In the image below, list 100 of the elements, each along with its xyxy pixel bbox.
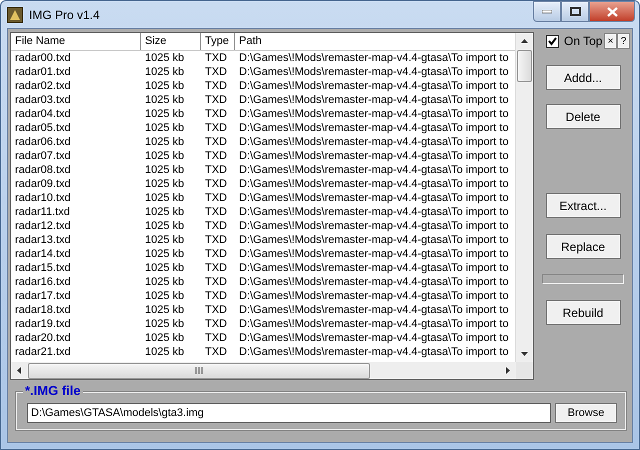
table-cell-text: TXD [204, 331, 228, 345]
table-cell-text: D:\Games\!Mods\remaster-map-v4.4-gtasa\To import to [238, 93, 510, 107]
table-cell-text: 1025 kb [144, 163, 186, 177]
table-cell-text: 1025 kb [144, 345, 186, 359]
table-cell-text: D:\Games\!Mods\remaster-map-v4.4-gtasa\To import to [238, 177, 510, 191]
table-cell-text: TXD [204, 135, 228, 149]
small-button[interactable]: × [604, 33, 617, 49]
table-cell-text: D:\Games\!Mods\remaster-map-v4.4-gtasa\To import to [238, 331, 510, 345]
table-cell-text: D:\Games\!Mods\remaster-map-v4.4-gtasa\To import to [238, 79, 510, 93]
table-cell-text: 1025 kb [144, 65, 186, 79]
table-cell-text: 1025 kb [144, 289, 186, 303]
table-cell-text: 1025 kb [144, 331, 186, 345]
maximize-button[interactable] [561, 1, 589, 22]
table-cell-text: TXD [204, 79, 228, 93]
table-cell-text: D:\Games\!Mods\remaster-map-v4.4-gtasa\To import to [238, 121, 510, 135]
check-icon [547, 36, 558, 46]
table-cell-text: TXD [204, 345, 228, 359]
table-cell-text: TXD [204, 177, 228, 191]
table-cell-text: TXD [204, 275, 228, 289]
table-cell-text: TXD [204, 121, 228, 135]
on-top-checkbox[interactable]: On Top [546, 34, 602, 48]
action-button[interactable]: Addd... [546, 65, 620, 90]
table-cell-text: radar19.txd [14, 317, 72, 331]
table-cell-text: D:\Games\!Mods\remaster-map-v4.4-gtasa\To import to [238, 219, 510, 233]
table-cell-text: D:\Games\!Mods\remaster-map-v4.4-gtasa\To import to [238, 275, 510, 289]
vertical-scrollbar[interactable] [515, 33, 533, 362]
table-cell-text: radar03.txd [14, 93, 72, 107]
table-cell-text: TXD [204, 65, 228, 79]
table-cell-text: radar18.txd [14, 303, 72, 317]
table-cell-text: 1025 kb [144, 107, 186, 121]
table-cell-text: 1025 kb [144, 121, 186, 135]
table-cell-text: radar09.txd [14, 177, 72, 191]
table-cell-text: radar01.txd [14, 65, 72, 79]
table-cell-text: D:\Games\!Mods\remaster-map-v4.4-gtasa\To import to [238, 261, 510, 275]
maximize-icon [570, 7, 580, 16]
minimize-button[interactable] [533, 1, 561, 22]
table-cell-text: radar21.txd [14, 345, 72, 359]
table-cell-text: TXD [204, 219, 228, 233]
img-path-field[interactable]: D:\Games\GTASA\models\gta3.img [27, 403, 551, 423]
table-cell-text: 1025 kb [144, 275, 186, 289]
table-cell-text: 1025 kb [144, 79, 186, 93]
table-cell-text: radar16.txd [14, 275, 72, 289]
table-cell-text: D:\Games\!Mods\remaster-map-v4.4-gtasa\To import to [238, 247, 510, 261]
table-cell-text: D:\Games\!Mods\remaster-map-v4.4-gtasa\To import to [238, 191, 510, 205]
table-cell-text: 1025 kb [144, 247, 186, 261]
table-cell-text: D:\Games\!Mods\remaster-map-v4.4-gtasa\To import to [238, 233, 510, 247]
table-cell-text: radar04.txd [14, 107, 72, 121]
table-cell-text: radar02.txd [14, 79, 72, 93]
table-cell-text: 1025 kb [144, 205, 186, 219]
browse-button[interactable]: Browse [555, 403, 617, 423]
table-cell-text: D:\Games\!Mods\remaster-map-v4.4-gtasa\To import to [238, 205, 510, 219]
table-cell-text: radar14.txd [14, 247, 72, 261]
table-cell-text: TXD [204, 163, 228, 177]
table-cell-text: radar08.txd [14, 163, 72, 177]
table-cell-text: radar20.txd [14, 331, 72, 345]
table-cell-text: 1025 kb [144, 135, 186, 149]
table-cell-text: TXD [204, 149, 228, 163]
table-cell-text: radar00.txd [14, 51, 72, 65]
table-cell-text: 1025 kb [144, 303, 186, 317]
scrollbar-thumb[interactable] [517, 50, 532, 82]
table-cell-text: 1025 kb [144, 261, 186, 275]
table-cell-text: TXD [204, 317, 228, 331]
table-cell-text: TXD [204, 107, 228, 121]
table-cell-text: radar10.txd [14, 191, 72, 205]
table-cell-text: D:\Games\!Mods\remaster-map-v4.4-gtasa\To import to [238, 345, 510, 359]
table-cell-text: D:\Games\!Mods\remaster-map-v4.4-gtasa\To import to [238, 107, 510, 121]
small-button[interactable]: ? [617, 33, 630, 49]
table-cell-text: TXD [204, 247, 228, 261]
table-cell-text: D:\Games\!Mods\remaster-map-v4.4-gtasa\To import to [238, 317, 510, 331]
scrollbar-thumb[interactable] [28, 362, 370, 378]
table-cell-text: radar17.txd [14, 289, 72, 303]
table-cell-text: TXD [204, 233, 228, 247]
table-cell-text: D:\Games\!Mods\remaster-map-v4.4-gtasa\To import to [238, 149, 510, 163]
table-cell-text: D:\Games\!Mods\remaster-map-v4.4-gtasa\To import to [238, 289, 510, 303]
table-cell-text: radar15.txd [14, 261, 72, 275]
table-cell-text: radar11.txd [14, 205, 71, 219]
app-icon [7, 6, 23, 22]
table-cell-text: TXD [204, 51, 228, 65]
table-cell-text: TXD [204, 93, 228, 107]
table-cell-text: 1025 kb [144, 219, 186, 233]
table-cell-text: TXD [204, 261, 228, 275]
table-cell-text: D:\Games\!Mods\remaster-map-v4.4-gtasa\To import to [238, 135, 510, 149]
minimize-icon [542, 10, 552, 14]
table-cell-text: 1025 kb [144, 149, 186, 163]
horizontal-scrollbar[interactable] [11, 362, 533, 379]
table-cell-text: radar12.txd [14, 219, 72, 233]
table-cell-text: TXD [204, 303, 228, 317]
action-button[interactable]: Extract... [546, 193, 620, 218]
table-cell-text: 1025 kb [144, 51, 186, 65]
close-button[interactable] [589, 1, 635, 22]
close-icon [606, 6, 618, 16]
table-cell-text: radar13.txd [14, 233, 72, 247]
table-cell-text: radar06.txd [14, 135, 72, 149]
table-cell-text: D:\Games\!Mods\remaster-map-v4.4-gtasa\To import to [238, 51, 510, 65]
rebuild-button[interactable]: Rebuild [546, 300, 620, 325]
action-button[interactable]: Delete [546, 104, 620, 129]
table-cell-text: D:\Games\!Mods\remaster-map-v4.4-gtasa\To import to [238, 163, 510, 177]
table-cell-text: D:\Games\!Mods\remaster-map-v4.4-gtasa\To import to [238, 303, 510, 317]
action-button[interactable]: Replace [546, 234, 620, 259]
table-cell-text: D:\Games\!Mods\remaster-map-v4.4-gtasa\To import to [238, 65, 510, 79]
